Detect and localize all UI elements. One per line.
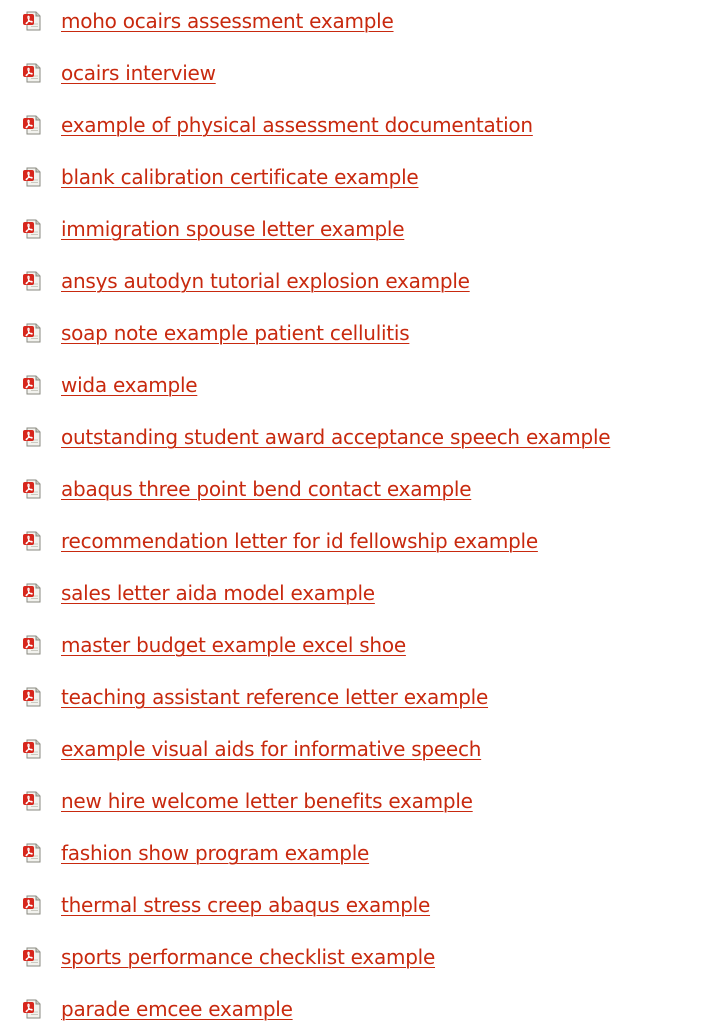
- pdf-file-icon: [22, 843, 42, 863]
- pdf-file-icon: [22, 791, 42, 811]
- document-link[interactable]: master budget example excel shoe: [61, 633, 406, 657]
- pdf-file-icon: [22, 427, 42, 447]
- document-link[interactable]: sports performance checklist example: [61, 945, 435, 969]
- pdf-file-icon: [22, 635, 42, 655]
- list-item: master budget example excel shoe: [22, 619, 719, 671]
- list-item: sales letter aida model example: [22, 567, 719, 619]
- list-item: immigration spouse letter example: [22, 203, 719, 255]
- pdf-file-icon: [22, 11, 42, 31]
- document-link-list: moho ocairs assessment example ocairs in…: [22, 0, 719, 1035]
- document-link[interactable]: ocairs interview: [61, 61, 216, 85]
- document-link[interactable]: abaqus three point bend contact example: [61, 477, 472, 501]
- document-link[interactable]: thermal stress creep abaqus example: [61, 893, 430, 917]
- list-item: example visual aids for informative spee…: [22, 723, 719, 775]
- document-link[interactable]: new hire welcome letter benefits example: [61, 789, 473, 813]
- pdf-file-icon: [22, 375, 42, 395]
- pdf-file-icon: [22, 479, 42, 499]
- pdf-file-icon: [22, 947, 42, 967]
- list-item: thermal stress creep abaqus example: [22, 879, 719, 931]
- list-item: fashion show program example: [22, 827, 719, 879]
- list-item: blank calibration certificate example: [22, 151, 719, 203]
- list-item: soap note example patient cellulitis: [22, 307, 719, 359]
- pdf-file-icon: [22, 271, 42, 291]
- document-link[interactable]: teaching assistant reference letter exam…: [61, 685, 488, 709]
- list-item: ocairs interview: [22, 47, 719, 99]
- pdf-file-icon: [22, 999, 42, 1019]
- document-link[interactable]: wida example: [61, 373, 198, 397]
- list-item: recommendation letter for id fellowship …: [22, 515, 719, 567]
- document-link[interactable]: fashion show program example: [61, 841, 369, 865]
- document-link[interactable]: example of physical assessment documenta…: [61, 113, 533, 137]
- document-link[interactable]: parade emcee example: [61, 997, 293, 1021]
- list-item: moho ocairs assessment example: [22, 0, 719, 47]
- document-link[interactable]: sales letter aida model example: [61, 581, 375, 605]
- list-item: outstanding student award acceptance spe…: [22, 411, 719, 463]
- document-link[interactable]: immigration spouse letter example: [61, 217, 405, 241]
- document-link[interactable]: moho ocairs assessment example: [61, 9, 394, 33]
- pdf-file-icon: [22, 531, 42, 551]
- list-item: abaqus three point bend contact example: [22, 463, 719, 515]
- list-item: sports performance checklist example: [22, 931, 719, 983]
- pdf-file-icon: [22, 895, 42, 915]
- list-item: wida example: [22, 359, 719, 411]
- pdf-file-icon: [22, 323, 42, 343]
- document-link[interactable]: example visual aids for informative spee…: [61, 737, 481, 761]
- pdf-file-icon: [22, 739, 42, 759]
- pdf-file-icon: [22, 583, 42, 603]
- pdf-file-icon: [22, 115, 42, 135]
- list-item: teaching assistant reference letter exam…: [22, 671, 719, 723]
- document-link[interactable]: ansys autodyn tutorial explosion example: [61, 269, 470, 293]
- list-item: parade emcee example: [22, 983, 719, 1035]
- list-item: new hire welcome letter benefits example: [22, 775, 719, 827]
- document-link[interactable]: outstanding student award acceptance spe…: [61, 425, 611, 449]
- document-link[interactable]: recommendation letter for id fellowship …: [61, 529, 538, 553]
- pdf-file-icon: [22, 167, 42, 187]
- pdf-file-icon: [22, 63, 42, 83]
- pdf-file-icon: [22, 687, 42, 707]
- pdf-file-icon: [22, 219, 42, 239]
- document-link[interactable]: soap note example patient cellulitis: [61, 321, 410, 345]
- document-link[interactable]: blank calibration certificate example: [61, 165, 419, 189]
- list-item: example of physical assessment documenta…: [22, 99, 719, 151]
- list-item: ansys autodyn tutorial explosion example: [22, 255, 719, 307]
